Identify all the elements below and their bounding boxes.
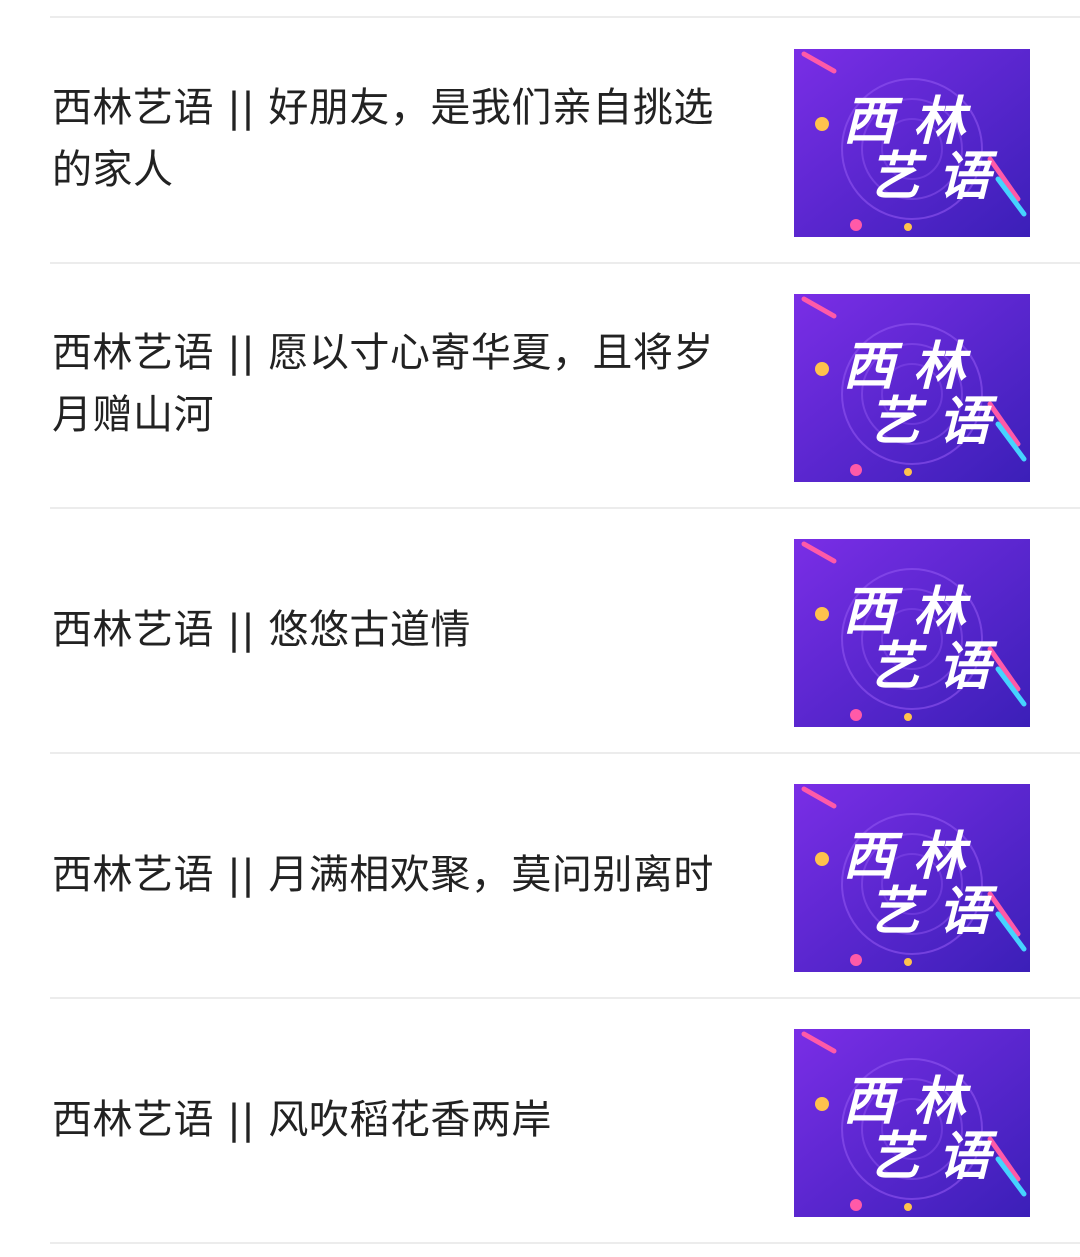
article-thumbnail[interactable]: 西 林 艺 语 bbox=[794, 294, 1030, 482]
article-item[interactable]: 西林艺语 || 愿以寸心寄华夏，且将岁月赠山河 西 林 艺 语 bbox=[0, 262, 1080, 507]
article-thumbnail[interactable]: 西 林 艺 语 bbox=[794, 784, 1030, 972]
thumbnail-logo-text-top: 西 林 bbox=[843, 1072, 972, 1132]
thumbnail-logo-text-top: 西 林 bbox=[843, 92, 972, 152]
thumbnail-logo-text-bottom: 艺 语 bbox=[868, 1127, 998, 1187]
thumbnail-logo-text-top: 西 林 bbox=[843, 582, 972, 642]
thumbnail-image: 西 林 艺 语 bbox=[794, 294, 1030, 482]
article-thumbnail[interactable]: 西 林 艺 语 bbox=[794, 539, 1030, 727]
thumbnail-image: 西 林 艺 语 bbox=[794, 539, 1030, 727]
article-title[interactable]: 西林艺语 || 风吹稻花香两岸 bbox=[52, 1089, 752, 1151]
thumbnail-logo-text-top: 西 林 bbox=[843, 827, 972, 887]
article-item[interactable]: 西林艺语 || 悠悠古道情 西 林 艺 语 bbox=[0, 507, 1080, 752]
thumbnail-image: 西 林 艺 语 bbox=[794, 49, 1030, 237]
thumbnail-logo-text-bottom: 艺 语 bbox=[868, 882, 998, 942]
article-thumbnail[interactable]: 西 林 艺 语 bbox=[794, 1029, 1030, 1217]
article-title[interactable]: 西林艺语 || 悠悠古道情 bbox=[52, 599, 752, 661]
divider bbox=[50, 1242, 1080, 1244]
article-title[interactable]: 西林艺语 || 愿以寸心寄华夏，且将岁月赠山河 bbox=[52, 322, 752, 446]
article-item[interactable]: 西林艺语 || 好朋友，是我们亲自挑选的家人 西 林 艺 语 bbox=[0, 17, 1080, 262]
article-thumbnail[interactable]: 西 林 艺 语 bbox=[794, 49, 1030, 237]
thumbnail-logo-text-top: 西 林 bbox=[843, 337, 972, 397]
thumbnail-image: 西 林 艺 语 bbox=[794, 1029, 1030, 1217]
article-title[interactable]: 西林艺语 || 月满相欢聚，莫问别离时 bbox=[52, 844, 752, 906]
article-title[interactable]: 西林艺语 || 好朋友，是我们亲自挑选的家人 bbox=[52, 77, 752, 201]
article-item[interactable]: 西林艺语 || 风吹稻花香两岸 西 林 艺 语 bbox=[0, 997, 1080, 1242]
article-item[interactable]: 西林艺语 || 月满相欢聚，莫问别离时 西 林 艺 语 bbox=[0, 752, 1080, 997]
thumbnail-logo-text-bottom: 艺 语 bbox=[868, 392, 998, 452]
thumbnail-image: 西 林 艺 语 bbox=[794, 784, 1030, 972]
thumbnail-logo-text-bottom: 艺 语 bbox=[868, 147, 998, 207]
thumbnail-logo-text-bottom: 艺 语 bbox=[868, 637, 998, 697]
